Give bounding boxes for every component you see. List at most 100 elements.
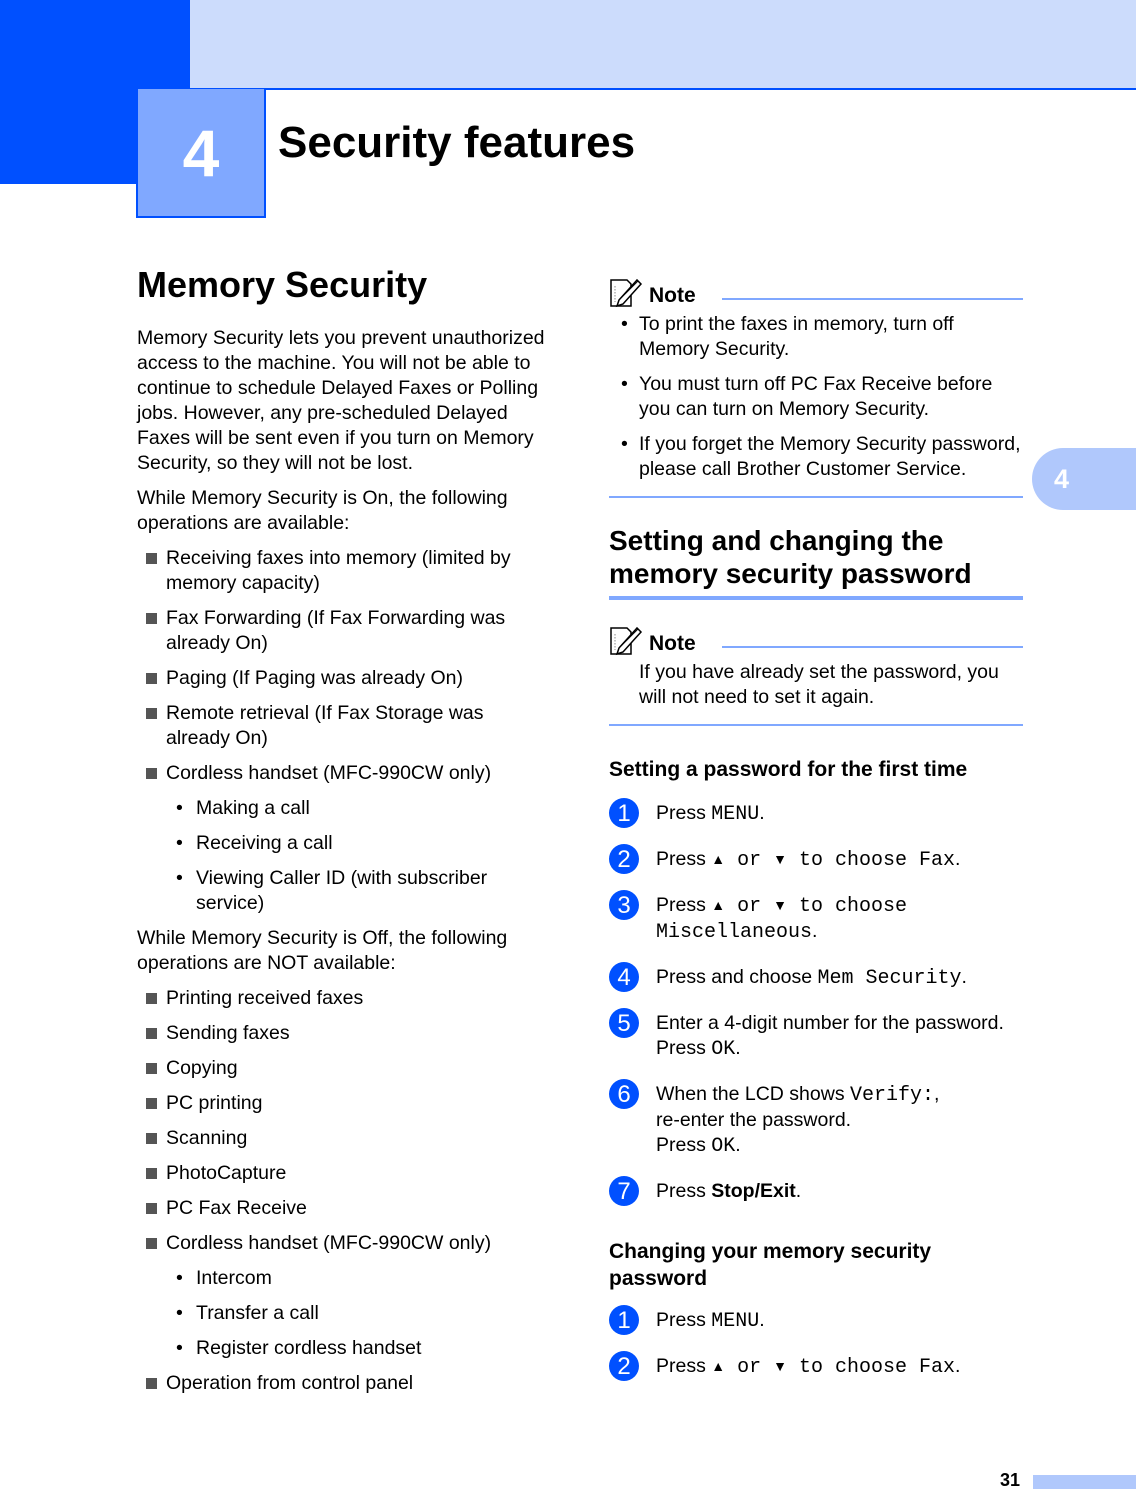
- sublist-item: • Register cordless handset: [176, 1337, 422, 1359]
- down-arrow-icon: ▼: [773, 851, 787, 867]
- list-item: Remote retrieval (If Fax Storage was alr…: [137, 701, 552, 751]
- down-arrow-icon: ▼: [773, 897, 787, 913]
- intro-paragraph: Memory Security lets you prevent unautho…: [137, 327, 545, 474]
- note-pencil-icon: [610, 278, 643, 308]
- dot-bullet-icon: •: [176, 1337, 183, 1359]
- dot-bullet-icon: •: [176, 797, 183, 819]
- note-label: Note: [649, 284, 696, 307]
- side-tab-label: 4: [1054, 463, 1070, 494]
- section-rule: [609, 596, 1023, 600]
- square-bullet-icon: [146, 1378, 157, 1389]
- note-list: • To print the faxes in memory, turn off …: [609, 312, 1023, 482]
- square-bullet-icon: [146, 708, 157, 719]
- step-number-icon: 7: [609, 1176, 639, 1206]
- note-box-2: Note If you have already set the passwor…: [609, 622, 1023, 726]
- dot-bullet-icon: •: [176, 1302, 183, 1324]
- note-item: • If you forget the Memory Security passw…: [621, 433, 1021, 480]
- chapter-title: Security features: [278, 118, 636, 167]
- square-bullet-icon: [146, 1028, 157, 1039]
- step-number-icon: 1: [609, 1305, 639, 1335]
- right-column: Note • To print the faxes in memory, turn…: [609, 274, 1023, 1400]
- sublist-item: • Making a call: [176, 797, 310, 819]
- off-list: Printing received faxes Sending faxes Co…: [137, 986, 552, 1396]
- sublist-item: • Transfer a call: [176, 1302, 319, 1324]
- note-header: Note: [609, 622, 1023, 656]
- step-4: 4 Press and choose Mem Security.: [609, 962, 1023, 992]
- note-rule: [721, 646, 1023, 648]
- note-label: Note: [649, 632, 696, 655]
- note-box-1: Note • To print the faxes in memory, turn…: [609, 274, 1023, 498]
- change-step-2: 2 Press ▲ or ▼ to choose Fax.: [609, 1351, 1023, 1381]
- sublist-item: • Receiving a call: [176, 832, 333, 854]
- dot-bullet-icon: •: [621, 313, 628, 335]
- off-heading: While Memory Security is Off, the follow…: [137, 927, 508, 974]
- list-item: Scanning: [137, 1126, 552, 1151]
- list-item: Copying: [137, 1056, 552, 1081]
- section-title-memory-security: Memory Security: [137, 264, 428, 305]
- square-bullet-icon: [146, 1133, 157, 1144]
- sublist-item: • Intercom: [176, 1267, 272, 1289]
- chapter-number: 4: [182, 115, 220, 190]
- list-item: PC printing: [137, 1091, 552, 1116]
- note-item: • You must turn off PC Fax Receive before…: [621, 373, 993, 420]
- step-number-icon: 6: [609, 1079, 639, 1109]
- list-item: PhotoCapture: [137, 1161, 552, 1186]
- chapter-number-box: 4: [136, 89, 266, 218]
- step-number-icon: 3: [609, 890, 639, 920]
- dot-bullet-icon: •: [621, 373, 628, 395]
- step-2: 2 Press ▲ or ▼ to choose Fax.: [609, 844, 1023, 874]
- list-item: Receiving faxes into memory (limited by …: [137, 546, 552, 596]
- note-header: Note: [609, 274, 1023, 308]
- left-column: Memory Security Memory Security lets you…: [137, 262, 552, 1406]
- list-item: Cordless handset (MFC-990CW only) • Inter…: [137, 1231, 552, 1361]
- note-pencil-icon: [610, 626, 643, 656]
- sublist-item: • Viewing Caller ID (with subscriber serv…: [176, 867, 488, 914]
- step-1: 1 Press MENU.: [609, 798, 1023, 828]
- note-end-rule: [609, 496, 1023, 498]
- square-bullet-icon: [146, 1063, 157, 1074]
- list-item: Paging (If Paging was already On): [137, 666, 552, 691]
- square-bullet-icon: [146, 1098, 157, 1109]
- step-number-icon: 4: [609, 962, 639, 992]
- page-number: 31: [1000, 1470, 1021, 1490]
- note-text: If you have already set the password, yo…: [639, 661, 999, 708]
- on-list: Receiving faxes into memory (limited by …: [137, 546, 552, 916]
- step-6: 6 When the LCD shows Verify:, re-enter t…: [609, 1079, 1023, 1159]
- step-number-icon: 2: [609, 844, 639, 874]
- square-bullet-icon: [146, 993, 157, 1004]
- square-bullet-icon: [146, 1203, 157, 1214]
- square-bullet-icon: [146, 553, 157, 564]
- header-light-band: [190, 0, 1136, 90]
- step-7: 7 Press Stop/Exit.: [609, 1176, 1023, 1206]
- list-item: Sending faxes: [137, 1021, 552, 1046]
- dot-bullet-icon: •: [621, 433, 628, 455]
- step-3: 3 Press ▲ or ▼ to choose Miscellaneous.: [609, 890, 1023, 945]
- step-number-icon: 1: [609, 798, 639, 828]
- change-step-1: 1 Press MENU.: [609, 1305, 1023, 1335]
- dot-bullet-icon: •: [176, 832, 183, 854]
- up-arrow-icon: ▲: [711, 851, 726, 867]
- list-item: PC Fax Receive: [137, 1196, 552, 1221]
- list-item: Cordless handset (MFC-990CW only) • Makin…: [137, 761, 552, 916]
- subsection-first-time: Setting a password for the first time: [609, 758, 968, 781]
- down-arrow-icon: ▼: [773, 1358, 787, 1374]
- list-item: Printing received faxes: [137, 986, 552, 1011]
- dot-bullet-icon: •: [176, 867, 183, 889]
- subsection-change-password: Changing your memory security password: [609, 1240, 932, 1290]
- dot-bullet-icon: •: [176, 1267, 183, 1289]
- list-item: Fax Forwarding (If Fax Forwarding was al…: [137, 606, 552, 656]
- up-arrow-icon: ▲: [711, 1358, 726, 1374]
- list-item: Operation from control panel: [137, 1371, 552, 1396]
- on-heading: While Memory Security is On, the followi…: [137, 487, 508, 534]
- step-5: 5 Enter a 4-digit number for the passwor…: [609, 1008, 1023, 1062]
- square-bullet-icon: [146, 1168, 157, 1179]
- chapter-side-tab[interactable]: 4: [1032, 448, 1136, 510]
- off-sublist: • Intercom • Transfer a call • Register cor…: [166, 1266, 552, 1361]
- on-sublist: • Making a call • Receiving a call • Viewin…: [166, 796, 552, 916]
- footer-bar: [1033, 1475, 1136, 1489]
- note-item: • To print the faxes in memory, turn off …: [621, 313, 954, 360]
- note-rule: [721, 298, 1023, 300]
- square-bullet-icon: [146, 768, 157, 779]
- step-number-icon: 5: [609, 1008, 639, 1038]
- square-bullet-icon: [146, 673, 157, 684]
